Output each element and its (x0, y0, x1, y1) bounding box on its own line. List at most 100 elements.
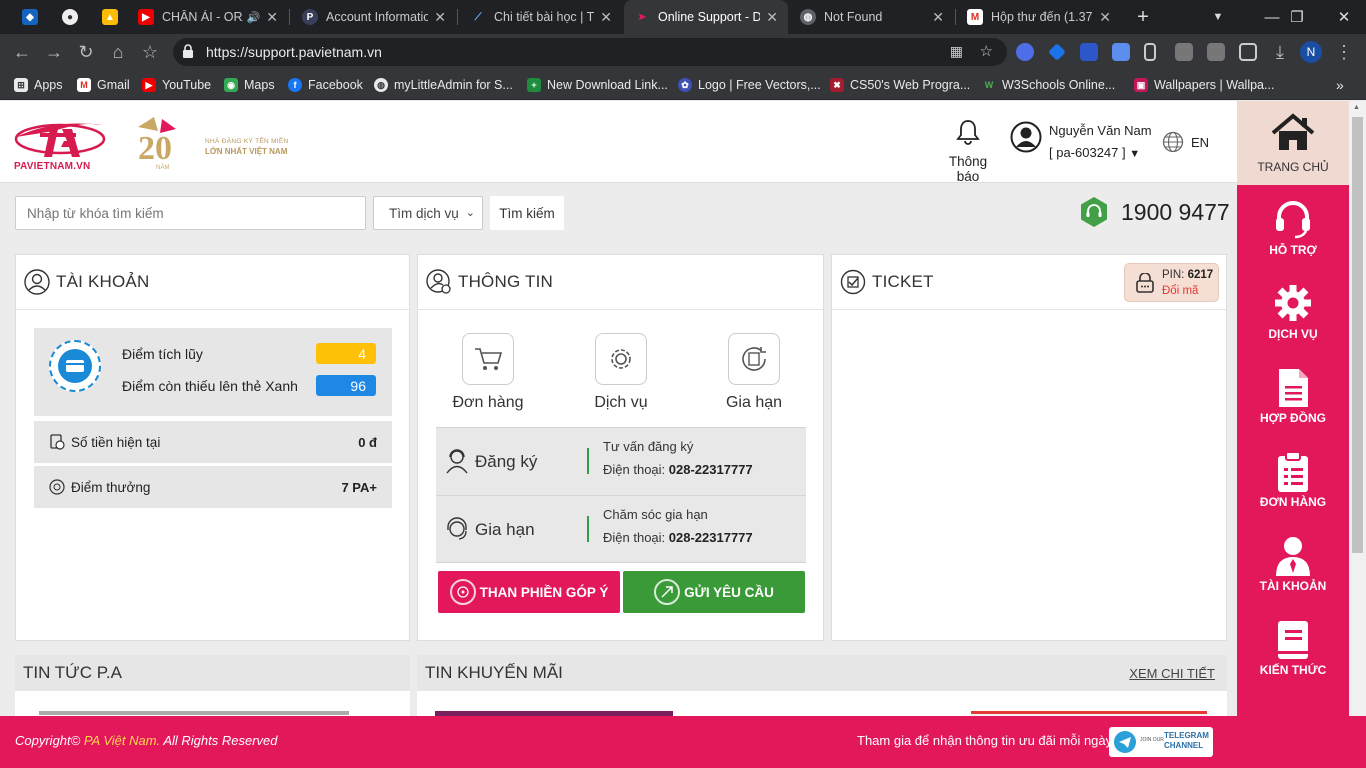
tab-search-icon[interactable]: ▼ (1196, 0, 1240, 34)
download-icon[interactable]: ⤓ (1268, 40, 1292, 64)
close-tab-icon[interactable]: ✕ (932, 9, 944, 26)
caret-down-icon: ▼ (1129, 148, 1141, 160)
profile-avatar[interactable]: N (1300, 41, 1322, 63)
globe-icon: ◍ (800, 9, 816, 25)
search-input[interactable] (15, 196, 366, 230)
browser-tab[interactable]: M Hộp thư đến (1.378 ✕ (957, 0, 1121, 34)
send-request-button[interactable]: GỬI YÊU CẦU (623, 571, 805, 613)
notification-label: Thông báo (948, 154, 988, 184)
telegram-channel-button[interactable]: JOIN OUR TELEGRAM CHANNEL (1109, 727, 1213, 757)
url-text: https://support.pavietnam.vn (206, 44, 382, 60)
user-icon (1276, 537, 1310, 576)
close-window-button[interactable]: ✕ (1322, 0, 1366, 34)
home-icon[interactable]: ⌂ (106, 40, 130, 64)
user-circle-icon (1010, 121, 1042, 153)
support-agent-icon (447, 517, 467, 540)
facebook-icon: f (288, 78, 302, 92)
speaker-icon[interactable]: 🔊 (247, 11, 261, 24)
reload-icon[interactable]: ↻ (74, 40, 98, 64)
missing-points-label: Điểm còn thiếu lên thẻ Xanh (122, 378, 298, 394)
device-icon[interactable] (1144, 43, 1156, 61)
bookmark-gmail[interactable]: M Gmail (77, 76, 130, 94)
browser-tab[interactable]: ⟋ Chi tiết bài học | Tì ✕ (460, 0, 622, 34)
browser-tab[interactable]: ▲ (92, 0, 126, 34)
crop-icon[interactable] (1239, 43, 1257, 61)
sidebar-item-account[interactable]: TÀI KHOẢN (1237, 521, 1349, 605)
sidebar-item-contracts[interactable]: HỢP ĐỒNG (1237, 353, 1349, 437)
browser-tab-active[interactable]: ➤ Online Support - D ✕ (624, 0, 788, 34)
qr-code-icon[interactable]: ▦ (950, 43, 963, 60)
info-panel: THÔNG TIN Đơn hàng Dịch vụ Gia hạn Đăng … (417, 254, 824, 641)
media-icon[interactable] (1207, 43, 1225, 61)
change-pin-link[interactable]: Đổi mã (1162, 285, 1198, 297)
hotline[interactable]: 1900 9477 (1080, 196, 1230, 228)
browser-tab[interactable]: P Account Informatio ✕ (292, 0, 456, 34)
new-tab-button[interactable]: + (1121, 0, 1165, 34)
sidebar-item-services[interactable]: DỊCH VỤ (1237, 269, 1349, 353)
browser-tab[interactable]: ● (52, 0, 86, 34)
sidebar-item-home[interactable]: TRANG CHỦ (1237, 101, 1349, 185)
bookmark-cs50[interactable]: ✖ CS50's Web Progra... (830, 76, 970, 94)
bookmark-logo-vectors[interactable]: ✿ Logo | Free Vectors,... (678, 76, 821, 94)
close-tab-icon[interactable]: ✕ (1099, 9, 1111, 26)
bookmark-w3schools[interactable]: W W3Schools Online... (982, 76, 1116, 94)
see-more-link[interactable]: XEM CHI TIẾT (1129, 666, 1215, 681)
browser-tab[interactable]: ▶ CHÂN ÁI - ORA 🔊 ✕ (128, 0, 288, 34)
sidebar-item-support[interactable]: HỖ TRỢ (1237, 185, 1349, 269)
extension-icon[interactable] (1016, 43, 1034, 61)
star-icon[interactable]: ☆ (980, 42, 993, 60)
back-icon[interactable]: ← (10, 40, 34, 64)
renewal-link[interactable]: Gia hạn (699, 333, 809, 412)
badge-extension-icon[interactable] (1080, 43, 1098, 61)
sidebar-item-orders[interactable]: ĐƠN HÀNG (1237, 437, 1349, 521)
scroll-up-icon[interactable]: ▲ (1353, 104, 1360, 111)
account-panel: TÀI KHOẢN Điểm tích lũy 4 Điểm còn thiếu… (15, 254, 410, 641)
restore-button[interactable]: ❐ (1275, 0, 1319, 34)
more-menu-icon[interactable]: ⋮ (1332, 40, 1356, 64)
globe-icon (1162, 131, 1184, 153)
bookmark-facebook[interactable]: f Facebook (288, 76, 363, 94)
scrollbar-thumb[interactable] (1352, 117, 1363, 553)
forward-icon[interactable]: → (42, 40, 66, 64)
close-tab-icon[interactable]: ✕ (600, 9, 612, 26)
home-icon (1271, 113, 1315, 150)
bookmark-new-download[interactable]: + New Download Link... (527, 76, 668, 94)
grid-extension-icon[interactable] (1175, 43, 1193, 61)
orders-link[interactable]: Đơn hàng (433, 333, 543, 412)
maps-pin-icon: ◉ (224, 78, 238, 92)
more-bookmarks-icon[interactable]: » (1336, 76, 1344, 94)
bookmark-mylittleadmin[interactable]: ◍ myLittleAdmin for S... (374, 76, 513, 94)
site-footer: Copyright© PA Việt Nam. All Rights Reser… (0, 716, 1366, 768)
service-select[interactable]: Tìm dịch vụ ⌄ (373, 196, 483, 230)
search-button[interactable]: Tìm kiếm (490, 196, 564, 230)
services-link[interactable]: Dịch vụ (566, 333, 676, 412)
complaint-button[interactable]: THAN PHIỀN GÓP Ý (438, 571, 620, 613)
news-item-preview[interactable] (39, 711, 349, 715)
bookmark-star-icon[interactable]: ☆ (138, 40, 162, 64)
close-tab-icon[interactable]: ✕ (434, 9, 446, 26)
user-name: Nguyễn Văn Nam (1049, 123, 1152, 138)
pavietnam-logo[interactable]: PAVIETNAM.VN (14, 117, 106, 173)
address-bar-row: ← → ↻ ⌂ ☆ https://support.pavietnam.vn ▦… (0, 34, 1366, 70)
browser-tab[interactable]: ◍ Not Found ✕ (790, 0, 954, 34)
pa-logo-icon (14, 123, 106, 157)
notification-button[interactable]: Thông báo (938, 119, 998, 184)
close-tab-icon[interactable]: ✕ (266, 9, 278, 26)
bookmark-apps[interactable]: ⊞ Apps (14, 76, 63, 94)
bookmark-youtube[interactable]: ▶ YouTube (142, 76, 211, 94)
language-switcher[interactable]: EN (1162, 131, 1209, 153)
sidebar-item-knowledge[interactable]: KIẾN THỨC (1237, 605, 1349, 689)
omnibox[interactable]: https://support.pavietnam.vn ▦ ☆ (173, 38, 1007, 66)
anniversary-logo: 20 NĂM NHÀ ĐĂNG KÝ TÊN MIỀN LỚN NHẤT VIỆ… (132, 115, 302, 173)
translate-icon[interactable] (1112, 43, 1130, 61)
user-outline-icon (24, 269, 50, 295)
sapphire-extension-icon[interactable] (1048, 43, 1066, 61)
page-scrollbar[interactable]: ▲ (1349, 101, 1366, 716)
browser-tab[interactable]: ◆ (12, 0, 46, 34)
bookmark-wallpapers[interactable]: ▣ Wallpapers | Wallpa... (1134, 76, 1274, 94)
close-tab-icon[interactable]: ✕ (766, 9, 778, 26)
bookmark-maps[interactable]: ◉ Maps (224, 76, 275, 94)
points-box: Điểm tích lũy 4 Điểm còn thiếu lên thẻ X… (34, 328, 392, 416)
pa-icon: ➤ (637, 11, 647, 23)
points-label: Điểm tích lũy (122, 346, 203, 362)
